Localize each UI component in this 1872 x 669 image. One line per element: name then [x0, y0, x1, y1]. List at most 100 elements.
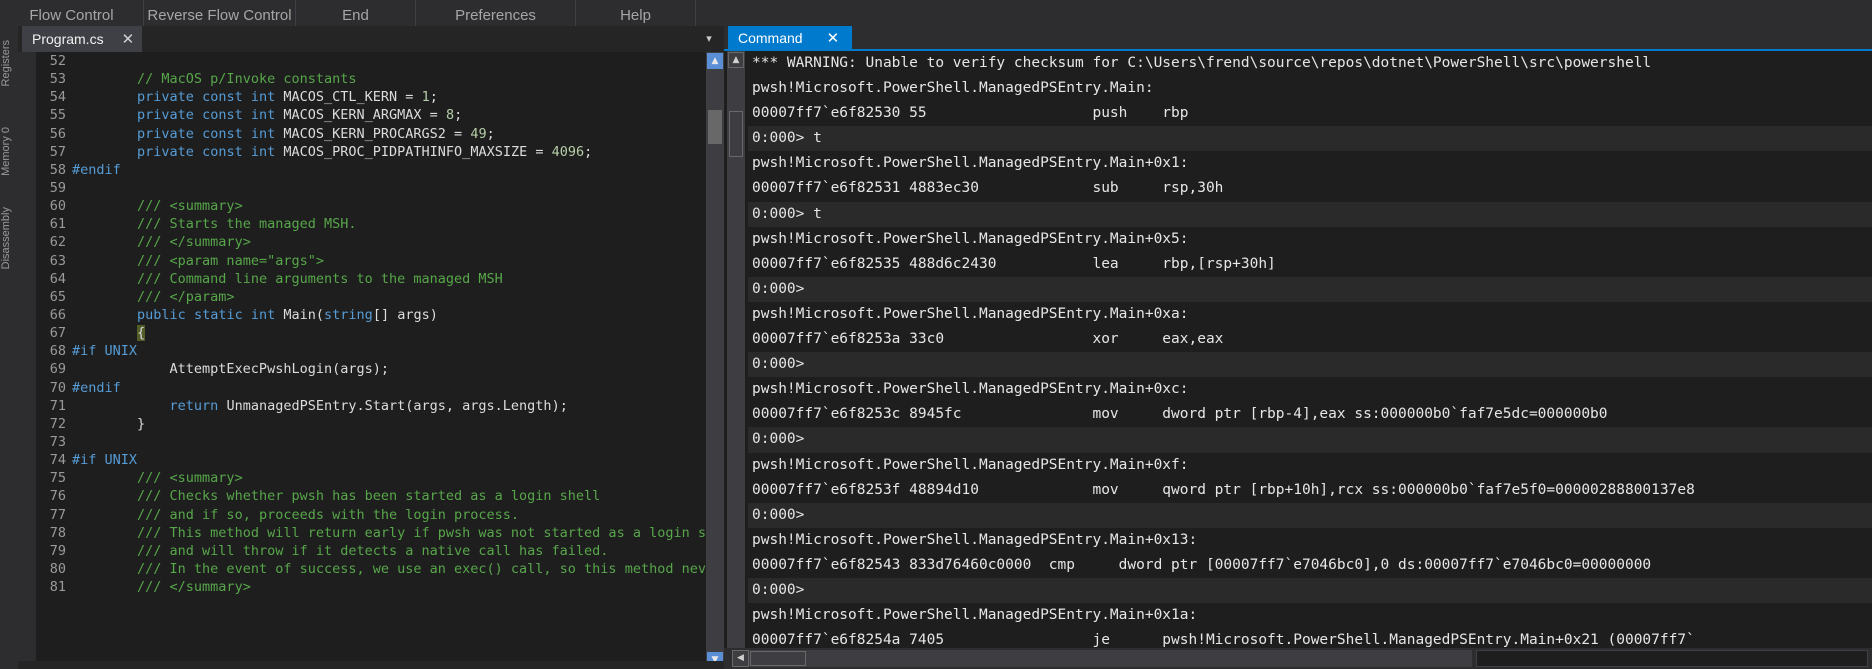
line-number: 58 [49, 161, 66, 178]
debugger-output-line: pwsh!Microsoft.PowerShell.ManagedPSEntry… [752, 456, 1189, 473]
scrollbar-thumb[interactable] [729, 111, 743, 157]
left-dock-tab-registers[interactable]: Registers [0, 40, 18, 86]
debugger-output-line: pwsh!Microsoft.PowerShell.ManagedPSEntry… [752, 80, 1154, 97]
code-token: #endif [72, 379, 121, 396]
code-lines[interactable]: 52 53 // MacOS p/Invoke constants 54 priva… [36, 52, 706, 669]
left-dock-tab-disassembly[interactable]: Disassembly [0, 207, 18, 269]
debugger-output-line: 00007ff7`e6f8253f 48894d10 mov qword ptr… [752, 481, 1695, 498]
code-line[interactable]: 53 // MacOS p/Invoke constants [36, 70, 706, 88]
command-vertical-scrollbar[interactable]: ▲ [727, 51, 745, 648]
menu-item-label: Preferences [455, 6, 536, 24]
debugger-output-line: pwsh!Microsoft.PowerShell.ManagedPSEntry… [752, 230, 1189, 247]
code-line[interactable]: 65 /// </param> [36, 288, 706, 306]
debugger-prompt-line: 0:000> [748, 352, 1872, 378]
code-line[interactable]: 60 /// <summary> [36, 197, 706, 215]
line-number: 77 [49, 506, 66, 523]
editor-vertical-scrollbar[interactable]: ▲ ▼ [706, 52, 724, 669]
line-number: 52 [49, 53, 66, 69]
code-line[interactable]: 69 AttemptExecPwshLogin(args); [36, 360, 706, 378]
code-line[interactable]: 63 /// <param name="args"> [36, 252, 706, 270]
left-dock-tab-memory-0[interactable]: Memory 0 [0, 127, 18, 176]
code-line[interactable]: 73 [36, 433, 706, 451]
debugger-output-line: pwsh!Microsoft.PowerShell.ManagedPSEntry… [752, 305, 1189, 322]
code-line[interactable]: 72 } [36, 415, 706, 433]
code-line[interactable]: 79 /// and will throw if it detects a na… [36, 542, 706, 560]
command-body: ▲ *** WARNING: Unable to verify checksum… [724, 51, 1872, 669]
code-token: ; [486, 125, 495, 142]
code-line[interactable]: 66 public static int Main(string[] args) [36, 306, 706, 324]
code-token: private [137, 89, 194, 106]
code-line[interactable]: 80 /// In the event of success, we use a… [36, 560, 706, 578]
scroll-left-icon[interactable]: ◀ [732, 650, 749, 667]
tab-command[interactable]: Command ✕ [728, 26, 852, 50]
line-number: 57 [49, 143, 66, 160]
close-icon[interactable]: ✕ [827, 30, 840, 46]
scroll-up-icon[interactable]: ▲ [707, 53, 723, 69]
code-line[interactable]: 57 private const int MACOS_PROC_PIDPATHI… [36, 143, 706, 161]
code-line[interactable]: 78 /// This method will return early if … [36, 524, 706, 542]
glyph-margin[interactable] [18, 52, 36, 669]
code-token: /// Command line arguments to the manage… [137, 270, 503, 287]
code-line[interactable]: 77 /// and if so, proceeds with the logi… [36, 506, 706, 524]
code-line[interactable]: 70 #endif [36, 379, 706, 397]
code-line[interactable]: 68 #if UNIX [36, 342, 706, 360]
code-line[interactable]: 56 private const int MACOS_KERN_PROCARGS… [36, 125, 706, 143]
line-number: 76 [49, 488, 66, 505]
line-number: 56 [49, 125, 66, 142]
code-line[interactable]: 71 return UnmanagedPSEntry.Start(args, a… [36, 397, 706, 415]
debugger-output-line: 00007ff7`e6f8253a 33c0 xor eax,eax [752, 331, 1224, 348]
code-token: /// In the event of success, we use an e… [137, 560, 706, 577]
code-token: UnmanagedPSEntry.Start(args, args.Length… [218, 397, 568, 414]
line-number: 75 [49, 470, 66, 487]
debugger-output-line: 00007ff7`e6f82530 55 push rbp [752, 105, 1189, 122]
scrollbar-thumb[interactable] [708, 110, 722, 144]
code-line[interactable]: 54 private const int MACOS_CTL_KERN = 1; [36, 88, 706, 106]
command-bottom-bar: ◀ [724, 648, 1872, 669]
code-token: /// </summary> [137, 579, 251, 596]
code-line[interactable]: 62 /// </summary> [36, 233, 706, 251]
command-tabstrip: Command ✕ [724, 26, 1872, 50]
code-token: } [72, 415, 146, 432]
chevron-down-icon[interactable]: ▾ [702, 32, 716, 46]
close-icon[interactable]: ✕ [122, 31, 135, 47]
code-line[interactable]: 81 /// </summary> [36, 578, 706, 596]
code-token: #endif [72, 161, 121, 178]
debugger-output[interactable]: *** WARNING: Unable to verify checksum f… [748, 51, 1872, 648]
editor-tab-program-cs[interactable]: Program.cs ✕ [22, 26, 143, 52]
command-input[interactable] [1476, 650, 1868, 667]
code-line[interactable]: 58 #endif [36, 161, 706, 179]
scrollbar-thumb[interactable] [750, 651, 806, 666]
code-line[interactable]: 74 #if UNIX [36, 451, 706, 469]
line-number: 70 [49, 379, 66, 396]
code-token: const [202, 143, 243, 160]
code-line[interactable]: 76 /// Checks whether pwsh has been star… [36, 487, 706, 505]
command-horizontal-scrollbar[interactable]: ◀ [732, 650, 1472, 667]
debugger-output-line: pwsh!Microsoft.PowerShell.ManagedPSEntry… [752, 607, 1198, 624]
line-number: 54 [49, 89, 66, 106]
code-line[interactable]: 75 /// <summary> [36, 469, 706, 487]
code-line[interactable]: 61 /// Starts the managed MSH. [36, 215, 706, 233]
debugger-prompt-line: 0:000> [748, 276, 1872, 302]
code-line[interactable]: 55 private const int MACOS_KERN_ARGMAX =… [36, 106, 706, 124]
code-line[interactable]: 64 /// Command line arguments to the man… [36, 270, 706, 288]
code-line[interactable]: 52 [36, 52, 706, 70]
line-number: 79 [49, 542, 66, 559]
code-line[interactable]: 59 [36, 179, 706, 197]
line-number: 80 [49, 560, 66, 577]
editor-tab-label: Program.cs [32, 31, 104, 47]
code-line[interactable]: ➜67 { [36, 324, 706, 342]
code-token: private [137, 143, 194, 160]
scroll-up-icon[interactable]: ▲ [728, 52, 744, 68]
code-token: /// <summary> [137, 198, 243, 215]
editor-bottom-strip [18, 661, 724, 669]
